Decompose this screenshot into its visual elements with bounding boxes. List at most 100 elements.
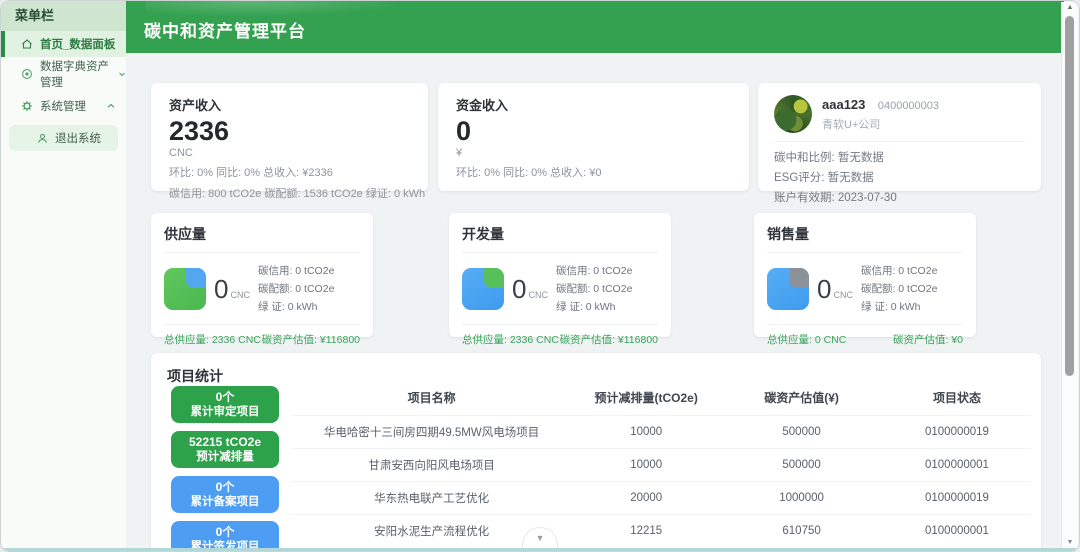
gear-icon — [21, 100, 33, 112]
supply-unit: CNC — [230, 289, 250, 300]
page-title: 碳中和资产管理平台 — [144, 22, 306, 41]
fund-income-unit: ¥ — [456, 147, 463, 159]
account-id: 0400000003 — [877, 100, 940, 112]
total-supply: 总供应量: 0 CNC — [767, 334, 847, 346]
scrollbar-thumb[interactable] — [1065, 16, 1074, 376]
asset-income-carbon-line: 碳信用: 800 tCO2e 碳配额: 1536 tCO2e 绿证: 0 kWh — [169, 188, 426, 200]
cell-project-status: 0100000019 — [882, 481, 1031, 515]
carbon-quota-line: 碳配额: 0 tCO2e — [555, 283, 633, 295]
asset-income-card: 资产收入 2336 CNC 环比: 0% 同比: 0% 总收入: ¥2336 碳… — [151, 83, 428, 200]
expected-reduction-button[interactable]: 52215 tCO2e 预计减排量 — [171, 431, 279, 468]
fund-income-card: 资金收入 0 ¥ 环比: 0% 同比: 0% 总收入: ¥0 — [438, 83, 749, 191]
filed-projects-button[interactable]: 0个 累计备案项目 — [171, 476, 279, 513]
development-value: 0 — [512, 273, 527, 304]
divider — [774, 141, 1025, 142]
carbon-quota-line: 碳配额: 0 tCO2e — [257, 283, 335, 295]
divider — [767, 252, 963, 253]
table-row: 华电哈密十三间房四期49.5MW风电场项目 10000 500000 01000… — [291, 415, 1031, 449]
asset-income-unit: CNC — [169, 147, 193, 159]
avatar — [774, 95, 812, 133]
divider — [164, 252, 360, 253]
chevron-up-icon — [106, 101, 116, 111]
cell-asset-value: 1000000 — [720, 481, 883, 515]
divider — [767, 324, 963, 325]
sidebar-item-label: 首页_数据面板 — [40, 39, 116, 51]
scroll-down-icon: ▼ — [535, 533, 545, 543]
stat-label: 累计备案项目 — [190, 495, 260, 508]
cell-project-status: 0100000019 — [882, 415, 1031, 449]
pin-icon — [21, 68, 33, 80]
certified-projects-button[interactable]: 0个 累计审定项目 — [171, 386, 279, 423]
app-window: 菜单栏 首页_数据面板 数据字典资产管理 系统管理 退出系统 碳中和资产管理平台… — [0, 0, 1080, 552]
cell-expected-reduction: 10000 — [572, 415, 721, 449]
esg-score: ESG评分: 暂无数据 — [774, 172, 874, 185]
card-title: 开发量 — [462, 226, 504, 242]
sidebar-item-logout[interactable]: 退出系统 — [9, 125, 118, 151]
col-expected-reduction: 预计减排量(tCO2e) — [594, 391, 698, 405]
account-validity: 账户有效期: 2023-07-30 — [774, 192, 897, 205]
sidebar-item-label: 系统管理 — [40, 101, 86, 113]
vertical-scrollbar[interactable]: ▲ ▼ — [1061, 2, 1078, 548]
development-volume-card: 开发量 0 CNC 碳信用: 0 tCO2e 碳配额: 0 tCO2e 绿 证: … — [449, 213, 671, 346]
scroll-up-icon[interactable]: ▲ — [1062, 4, 1078, 11]
asset-income-value: 2336 — [169, 116, 230, 146]
col-project-status: 项目状态 — [932, 391, 981, 405]
carbon-asset-value: 碳资产估值: ¥0 — [892, 334, 963, 346]
development-unit: CNC — [528, 289, 548, 300]
cell-asset-value: 500000 — [720, 448, 883, 482]
divider — [462, 324, 658, 325]
sidebar: 菜单栏 首页_数据面板 数据字典资产管理 系统管理 退出系统 — [1, 1, 126, 551]
sidebar-item-dashboard[interactable]: 首页_数据面板 — [1, 31, 126, 57]
account-company: 青软U+公司 — [822, 119, 881, 131]
stat-value: 52215 tCO2e — [188, 434, 262, 449]
carbon-credit-line: 碳信用: 0 tCO2e — [257, 265, 335, 277]
home-icon — [21, 38, 33, 50]
sidebar-item-label: 数据字典资产管理 — [40, 61, 109, 89]
fund-income-value: 0 — [456, 116, 472, 146]
supply-icon — [164, 268, 206, 310]
asset-income-ratio-line: 环比: 0% 同比: 0% 总收入: ¥2336 — [169, 167, 333, 179]
sales-volume-card: 销售量 0 CNC 碳信用: 0 tCO2e 碳配额: 0 tCO2e 绿 证: … — [754, 213, 976, 346]
table-row: 华东热电联产工艺优化 20000 1000000 0100000019 — [291, 481, 1031, 515]
stat-value: 0个 — [215, 524, 235, 539]
total-supply: 总供应量: 2336 CNC — [164, 334, 261, 346]
stat-value: 0个 — [215, 389, 235, 404]
carbon-neutral-ratio: 碳中和比例: 暂无数据 — [774, 152, 884, 164]
table-header-row: 项目名称 预计减排量(tCO2e) 碳资产估值(¥) 项目状态 — [291, 379, 1031, 416]
cell-project-name: 甘肃安西向阳风电场项目 — [291, 448, 573, 482]
table-row: 安阳水泥生产流程优化 12215 610750 0100000001 — [291, 514, 1031, 547]
sales-value: 0 — [817, 273, 832, 304]
sidebar-item-system[interactable]: 系统管理 — [1, 93, 126, 119]
stat-label: 预计减排量 — [196, 450, 254, 463]
green-cert-line: 绿 证: 0 kWh — [860, 301, 921, 313]
cell-project-status: 0100000001 — [882, 448, 1031, 482]
sidebar-item-label: 退出系统 — [55, 133, 101, 145]
chevron-down-icon — [118, 70, 126, 78]
account-card: aaa123 0400000003 青软U+公司 碳中和比例: 暂无数据 ESG… — [758, 83, 1041, 204]
total-supply: 总供应量: 2336 CNC — [462, 334, 559, 346]
supply-volume-card: 供应量 0 CNC 碳信用: 0 tCO2e 碳配额: 0 tCO2e 绿 证: … — [151, 213, 373, 346]
col-project-name: 项目名称 — [407, 391, 456, 405]
cell-expected-reduction: 12215 — [572, 514, 721, 547]
sales-icon — [767, 268, 809, 310]
carbon-credit-line: 碳信用: 0 tCO2e — [555, 265, 633, 277]
divider — [462, 252, 658, 253]
sidebar-item-data-dictionary[interactable]: 数据字典资产管理 — [1, 61, 126, 89]
card-title: 销售量 — [767, 226, 809, 242]
card-title: 资产收入 — [169, 98, 222, 113]
card-title: 资金收入 — [456, 98, 509, 113]
carbon-asset-value: 碳资产估值: ¥116800 — [559, 334, 658, 346]
cell-project-name: 华东热电联产工艺优化 — [291, 481, 573, 515]
cell-expected-reduction: 20000 — [572, 481, 721, 515]
cell-project-name: 华电哈密十三间房四期49.5MW风电场项目 — [291, 415, 573, 449]
carbon-asset-value: 碳资产估值: ¥116800 — [261, 334, 360, 346]
scroll-down-icon[interactable]: ▼ — [1062, 539, 1078, 546]
table-row: 甘肃安西向阳风电场项目 10000 500000 0100000001 — [291, 448, 1031, 482]
sales-unit: CNC — [833, 289, 853, 300]
development-icon — [462, 268, 504, 310]
cell-expected-reduction: 10000 — [572, 448, 721, 482]
fund-income-ratio-line: 环比: 0% 同比: 0% 总收入: ¥0 — [456, 167, 602, 179]
green-cert-line: 绿 证: 0 kWh — [555, 301, 616, 313]
stat-value: 0个 — [215, 479, 235, 494]
divider — [164, 324, 360, 325]
